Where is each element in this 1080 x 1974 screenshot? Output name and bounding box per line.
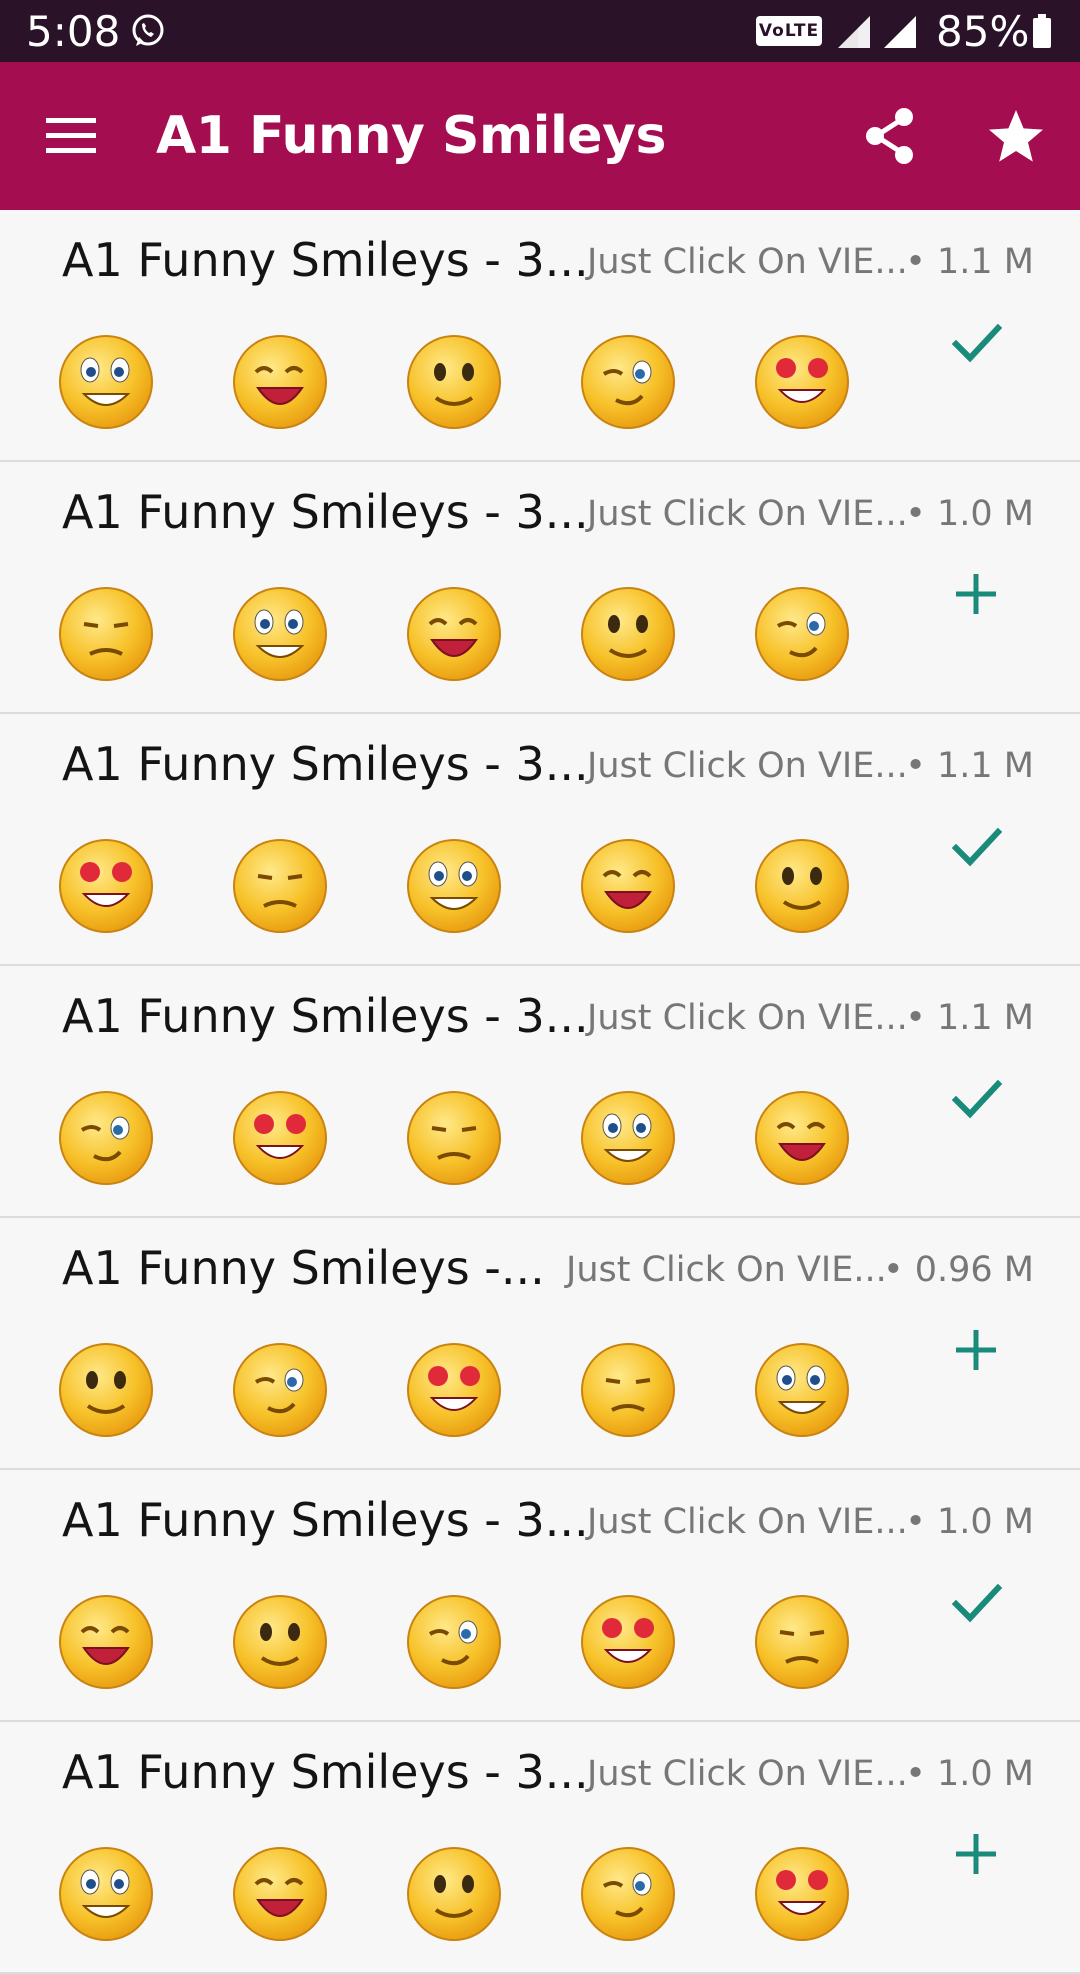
pack-size: • 0.96 M [882, 1250, 1034, 1290]
sticker-preview-image [576, 580, 680, 684]
sticker-preview-image [402, 1840, 506, 1944]
sticker-preview-image [576, 1084, 680, 1188]
added-check-icon[interactable] [944, 310, 1008, 374]
pack-name: A1 Funny Smileys - 3... [62, 233, 589, 287]
sticker-pack-list: A1 Funny Smileys - 3... Just Click On VI… [0, 210, 1080, 1974]
pack-size: • 1.1 M [905, 998, 1034, 1038]
sticker-preview-image [750, 1084, 854, 1188]
pack-size: • 1.1 M [905, 242, 1034, 282]
sticker-preview-image [402, 1588, 506, 1692]
sticker-preview-image [228, 1336, 332, 1440]
sticker-pack-item[interactable]: A1 Funny Smileys - 3... Just Click On VI… [0, 210, 1080, 462]
app-title: A1 Funny Smileys [156, 106, 666, 166]
pack-size: • 1.0 M [905, 1502, 1034, 1542]
pack-publisher: Just Click On VIE... [566, 1250, 887, 1290]
signal-icon [838, 16, 870, 48]
add-pack-icon[interactable] [944, 562, 1008, 626]
sticker-preview-row [54, 1084, 874, 1194]
added-check-icon[interactable] [944, 1570, 1008, 1634]
pack-publisher: Just Click On VIE... [587, 494, 908, 534]
add-pack-icon[interactable] [944, 1318, 1008, 1382]
pack-size: • 1.0 M [905, 1754, 1034, 1794]
pack-name: A1 Funny Smileys - 3... [62, 1493, 589, 1547]
pack-publisher: Just Click On VIE... [587, 242, 908, 282]
pack-size: • 1.0 M [905, 494, 1034, 534]
pack-name: A1 Funny Smileys - 3... [62, 989, 589, 1043]
menu-icon[interactable] [44, 112, 100, 160]
sticker-preview-image [576, 832, 680, 936]
signal-icon [884, 16, 916, 48]
sticker-preview-image [750, 832, 854, 936]
battery-percent: 85% [936, 7, 1030, 56]
pack-publisher: Just Click On VIE... [587, 746, 908, 786]
sticker-preview-image [228, 580, 332, 684]
app-bar: A1 Funny Smileys [0, 62, 1080, 210]
status-time: 5:08 [26, 7, 121, 56]
sticker-preview-row [54, 328, 874, 438]
pack-publisher: Just Click On VIE... [587, 998, 908, 1038]
sticker-preview-image [750, 580, 854, 684]
share-icon[interactable] [862, 106, 918, 166]
sticker-pack-item[interactable]: A1 Funny Smileys - 3... Just Click On VI… [0, 1722, 1080, 1974]
pack-name: A1 Funny Smileys - 3... [62, 737, 589, 791]
sticker-preview-image [402, 1336, 506, 1440]
sticker-preview-row [54, 1588, 874, 1698]
sticker-preview-image [54, 1336, 158, 1440]
whatsapp-icon [132, 14, 164, 46]
status-bar: 5:08 VoLTE 85% [0, 0, 1080, 62]
sticker-preview-image [54, 1840, 158, 1944]
sticker-preview-image [576, 1336, 680, 1440]
sticker-preview-image [54, 1588, 158, 1692]
battery-icon [1033, 14, 1051, 48]
sticker-preview-row [54, 1840, 874, 1950]
sticker-preview-image [402, 328, 506, 432]
sticker-preview-image [54, 1084, 158, 1188]
sticker-preview-image [54, 832, 158, 936]
sticker-preview-image [228, 328, 332, 432]
sticker-preview-image [402, 1084, 506, 1188]
star-icon[interactable] [986, 106, 1046, 166]
sticker-pack-item[interactable]: A1 Funny Smileys -... Just Click On VIE.… [0, 1218, 1080, 1470]
pack-publisher: Just Click On VIE... [587, 1502, 908, 1542]
sticker-preview-image [750, 1588, 854, 1692]
add-pack-icon[interactable] [944, 1822, 1008, 1886]
sticker-preview-image [402, 580, 506, 684]
pack-publisher: Just Click On VIE... [587, 1754, 908, 1794]
sticker-preview-image [228, 1840, 332, 1944]
sticker-pack-item[interactable]: A1 Funny Smileys - 3... Just Click On VI… [0, 1470, 1080, 1722]
sticker-preview-row [54, 580, 874, 690]
sticker-preview-image [576, 1840, 680, 1944]
sticker-pack-item[interactable]: A1 Funny Smileys - 3... Just Click On VI… [0, 966, 1080, 1218]
sticker-preview-image [54, 580, 158, 684]
sticker-preview-image [228, 832, 332, 936]
pack-name: A1 Funny Smileys -... [62, 1241, 545, 1295]
sticker-pack-item[interactable]: A1 Funny Smileys - 3... Just Click On VI… [0, 462, 1080, 714]
sticker-preview-image [576, 328, 680, 432]
sticker-preview-row [54, 832, 874, 942]
sticker-preview-image [402, 832, 506, 936]
sticker-preview-image [228, 1588, 332, 1692]
sticker-preview-image [576, 1588, 680, 1692]
sticker-preview-row [54, 1336, 874, 1446]
added-check-icon[interactable] [944, 814, 1008, 878]
sticker-preview-image [228, 1084, 332, 1188]
sticker-preview-image [54, 328, 158, 432]
sticker-preview-image [750, 1336, 854, 1440]
sticker-pack-item[interactable]: A1 Funny Smileys - 3... Just Click On VI… [0, 714, 1080, 966]
pack-size: • 1.1 M [905, 746, 1034, 786]
volte-badge: VoLTE [756, 16, 822, 46]
pack-name: A1 Funny Smileys - 3... [62, 1745, 589, 1799]
sticker-preview-image [750, 328, 854, 432]
sticker-preview-image [750, 1840, 854, 1944]
added-check-icon[interactable] [944, 1066, 1008, 1130]
pack-name: A1 Funny Smileys - 3... [62, 485, 589, 539]
